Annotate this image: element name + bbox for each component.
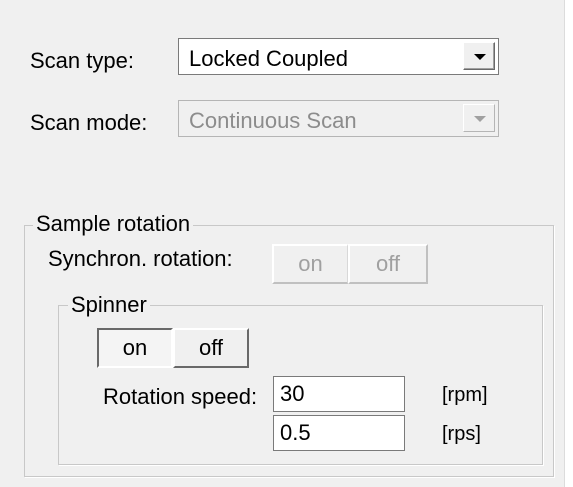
rotation-speed-rps-input[interactable] bbox=[273, 415, 405, 451]
synchron-on-button: on bbox=[272, 244, 348, 284]
chevron-down-icon bbox=[474, 116, 486, 122]
scan-mode-select: Continuous Scan bbox=[178, 100, 499, 137]
rpm-unit-label: [rpm] bbox=[442, 384, 488, 406]
spinner-off-button[interactable]: off bbox=[173, 328, 249, 368]
dropdown-arrow-button[interactable] bbox=[463, 42, 495, 70]
scan-mode-value: Continuous Scan bbox=[189, 108, 357, 133]
synchron-off-button: off bbox=[348, 244, 428, 284]
spinner-title: Spinner bbox=[68, 292, 150, 318]
chevron-down-icon bbox=[474, 54, 486, 60]
synchron-rotation-label: Synchron. rotation: bbox=[48, 246, 233, 271]
rotation-speed-rpm-input[interactable] bbox=[273, 376, 405, 412]
spinner-on-button[interactable]: on bbox=[97, 328, 173, 368]
scan-type-select[interactable]: Locked Coupled bbox=[178, 38, 499, 75]
scan-mode-label: Scan mode: bbox=[30, 110, 148, 135]
sample-rotation-title: Sample rotation bbox=[33, 211, 194, 237]
rps-unit-label: [rps] bbox=[442, 423, 481, 445]
rotation-speed-label: Rotation speed: bbox=[103, 384, 258, 409]
scan-settings-panel: Scan type: Locked Coupled Scan mode: Con… bbox=[0, 0, 565, 487]
scan-type-value: Locked Coupled bbox=[189, 46, 349, 71]
dropdown-arrow-button bbox=[463, 104, 495, 132]
scan-type-label: Scan type: bbox=[30, 48, 134, 73]
